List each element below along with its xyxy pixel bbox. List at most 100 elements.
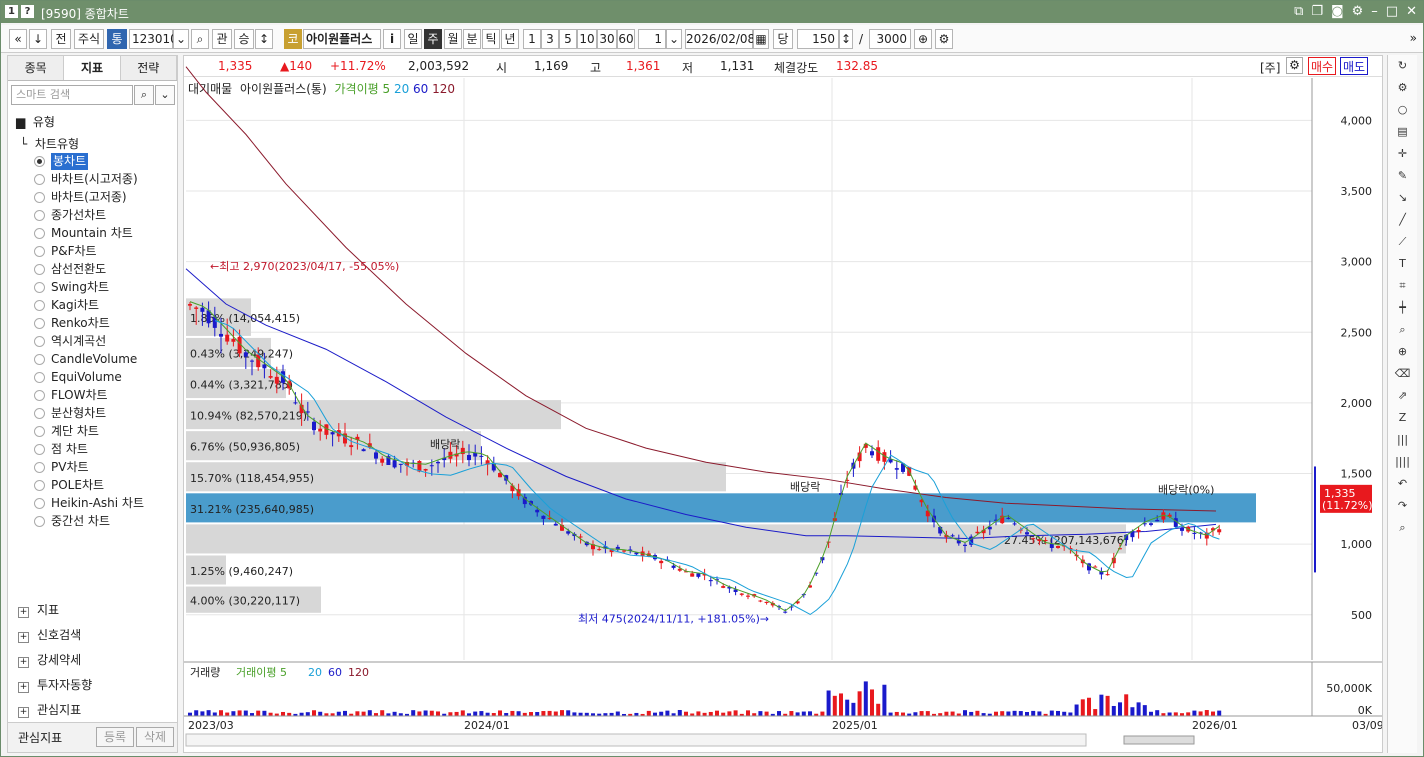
candle-body[interactable]	[256, 354, 261, 368]
tong-button[interactable]: 통	[107, 29, 127, 49]
period-tick[interactable]: 틱	[482, 29, 500, 49]
eraser-icon[interactable]: ⌫	[1388, 363, 1417, 385]
candle-body[interactable]	[764, 601, 769, 603]
settings-icon[interactable]: ⚙	[935, 29, 953, 49]
maximize-icon[interactable]: □	[1386, 4, 1398, 19]
candle-body[interactable]	[361, 449, 366, 452]
interval-3[interactable]: 3	[541, 29, 559, 49]
section-type[interactable]: ▆ 유형	[16, 113, 55, 130]
candle-body[interactable]	[398, 463, 403, 465]
line-icon[interactable]: ╱	[1388, 209, 1417, 231]
info-button[interactable]: i	[383, 29, 401, 49]
chevron-down-icon[interactable]: ⌄	[155, 85, 175, 105]
down-button[interactable]: ↓	[29, 29, 47, 49]
minimize-icon[interactable]: –	[1371, 4, 1378, 19]
candle-body[interactable]	[467, 455, 471, 461]
gear-icon[interactable]: ⚙	[1388, 77, 1417, 99]
candle-icon[interactable]: ┿	[1388, 297, 1417, 319]
candle-body[interactable]	[1049, 543, 1054, 548]
circle-icon[interactable]: ○	[1388, 99, 1417, 121]
section-strength[interactable]: + 강세약세	[18, 651, 81, 668]
toolbar-more-icon[interactable]: »	[1410, 31, 1417, 45]
close-icon[interactable]: ✕	[1406, 4, 1417, 19]
radio-icon[interactable]	[34, 372, 45, 383]
search-icon[interactable]: ⌕	[1388, 517, 1417, 539]
period-week[interactable]: 주	[424, 29, 442, 49]
candle-body[interactable]	[423, 469, 428, 471]
search-icon[interactable]: ⌕	[191, 29, 209, 49]
chart-scrollbar[interactable]	[185, 733, 1087, 747]
trend-icon[interactable]: ⇗	[1388, 385, 1417, 407]
candle-body[interactable]	[231, 339, 236, 342]
bars-input[interactable]: 150	[797, 29, 839, 49]
text-icon[interactable]: T	[1388, 253, 1417, 275]
undo-icon[interactable]: ↶	[1388, 473, 1417, 495]
candle-body[interactable]	[392, 460, 397, 468]
register-button[interactable]: 등록	[96, 727, 134, 747]
candle-body[interactable]	[963, 544, 967, 546]
radio-icon[interactable]	[34, 498, 45, 509]
interval-5[interactable]: 5	[559, 29, 577, 49]
radio-icon[interactable]	[34, 426, 45, 437]
z-icon[interactable]: Z	[1388, 407, 1417, 429]
candle-body[interactable]	[479, 455, 484, 457]
candle-body[interactable]	[1056, 546, 1060, 548]
interval-1[interactable]: 1	[523, 29, 541, 49]
candle-body[interactable]	[975, 531, 980, 534]
candle-body[interactable]	[553, 523, 558, 526]
radio-icon[interactable]	[34, 354, 45, 365]
chart-area[interactable]: 1,335 ▲140 +11.72% 2,003,592 시 1,169 고 1…	[183, 55, 1383, 753]
smart-search-input[interactable]: 스마트 검색	[11, 85, 133, 105]
seung-button[interactable]: 승	[234, 29, 254, 49]
help-icon[interactable]: ?	[21, 5, 34, 18]
price-chart-svg[interactable]: 4.00% (30,220,117) 1.25% (9,460,247) 31.21…	[184, 56, 1382, 752]
section-favorite[interactable]: + 관심지표	[18, 701, 81, 718]
radio-icon[interactable]	[34, 174, 45, 185]
candle-body[interactable]	[746, 595, 750, 597]
candle-body[interactable]	[473, 452, 478, 457]
candle-body[interactable]	[1012, 523, 1017, 525]
period-year[interactable]: 년	[501, 29, 519, 49]
pen-icon[interactable]: ✎	[1388, 165, 1417, 187]
candle-body[interactable]	[188, 304, 192, 306]
candle-body[interactable]	[1006, 517, 1011, 519]
copy-icon[interactable]: ❐	[1311, 4, 1323, 19]
candle-body[interactable]	[783, 611, 788, 613]
candle-body[interactable]	[708, 580, 713, 582]
candle-body[interactable]	[219, 333, 223, 337]
refresh-icon[interactable]: ↻	[1388, 55, 1417, 77]
candle-body[interactable]	[1136, 529, 1141, 532]
candle-body[interactable]	[330, 432, 335, 435]
candle-body[interactable]	[541, 515, 546, 519]
candle-body[interactable]	[758, 600, 763, 602]
candle-body[interactable]	[200, 307, 205, 312]
candle-body[interactable]	[1155, 520, 1160, 522]
prev-button[interactable]: «	[9, 29, 27, 49]
candle-body[interactable]	[876, 447, 881, 461]
count-input[interactable]: 1	[638, 29, 666, 49]
period-day[interactable]: 일	[404, 29, 422, 49]
candle-body[interactable]	[1025, 532, 1029, 535]
candle-body[interactable]	[894, 468, 899, 470]
candle-body[interactable]	[194, 307, 199, 309]
redo-icon[interactable]: ↷	[1388, 495, 1417, 517]
candle-body[interactable]	[305, 411, 310, 413]
interval-10[interactable]: 10	[577, 29, 597, 49]
candle-body[interactable]	[1180, 527, 1184, 531]
radio-icon[interactable]	[34, 300, 45, 311]
radio-icon[interactable]	[34, 192, 45, 203]
ray-icon[interactable]: ↘	[1388, 187, 1417, 209]
candle-body[interactable]	[318, 428, 323, 432]
gwan-button[interactable]: 관	[212, 29, 232, 49]
radio-icon[interactable]	[34, 444, 45, 455]
code-dropdown-icon[interactable]: ⌄	[173, 29, 189, 49]
candle-body[interactable]	[429, 465, 434, 467]
candle-body[interactable]	[1192, 532, 1197, 534]
section-signal[interactable]: + 신호검색	[18, 626, 81, 643]
section-indicator[interactable]: + 지표	[18, 601, 59, 618]
candle-body[interactable]	[671, 565, 676, 568]
radio-icon[interactable]	[34, 282, 45, 293]
fib-icon[interactable]: ⌗	[1388, 275, 1417, 297]
candle-body[interactable]	[268, 376, 273, 378]
radio-icon[interactable]	[34, 156, 45, 167]
